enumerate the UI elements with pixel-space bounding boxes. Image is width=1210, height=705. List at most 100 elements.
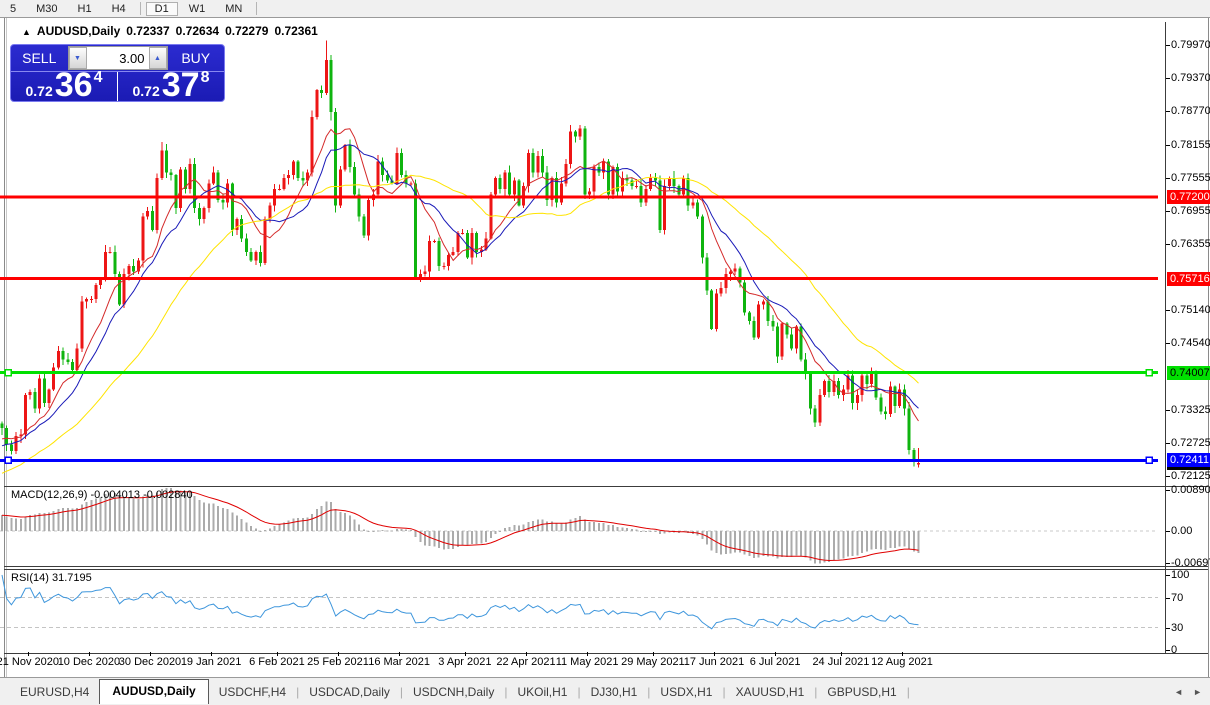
chart-tab-usdcad-daily[interactable]: USDCAD,Daily <box>299 682 400 702</box>
date-axis-label: 6 Feb 2021 <box>242 656 312 668</box>
macd-histogram-bar <box>560 524 562 531</box>
timeframe-button-mn[interactable]: MN <box>216 2 251 16</box>
macd-histogram-bar <box>203 503 205 531</box>
candle-body <box>720 288 723 293</box>
date-axis-label: 22 Apr 2021 <box>491 656 561 668</box>
macd-histogram-bar <box>847 531 849 556</box>
macd-histogram-bar <box>72 509 74 531</box>
chart-tab-usdx-h1[interactable]: USDX,H1 <box>650 682 722 702</box>
candle-body <box>715 293 718 329</box>
candle-body <box>433 241 436 242</box>
timeframe-button-d1[interactable]: D1 <box>146 2 178 16</box>
line-price-label-0.75716: 0.75716 <box>1167 272 1210 286</box>
timeframe-button-m30[interactable]: M30 <box>27 2 66 16</box>
candle-body <box>240 219 243 238</box>
candle-body <box>212 172 215 183</box>
chart-tab-gbpusd-h1[interactable]: GBPUSD,H1 <box>817 682 906 702</box>
chart-tab-dj30-h1[interactable]: DJ30,H1 <box>581 682 648 702</box>
macd-histogram-bar <box>137 499 139 531</box>
candle-body <box>283 178 286 189</box>
date-axis-label: 25 Feb 2021 <box>303 656 373 668</box>
candle-body <box>132 266 135 271</box>
macd-histogram-bar <box>509 527 511 531</box>
line-handle[interactable] <box>1146 370 1152 376</box>
date-axis-label: 30 Dec 2020 <box>115 656 185 668</box>
line-handle[interactable] <box>1146 457 1152 463</box>
sell-price[interactable]: 0.72 36 4 <box>11 72 118 101</box>
candle-body <box>189 164 192 189</box>
candle-body <box>297 161 300 177</box>
macd-axis-tick <box>1166 531 1170 532</box>
line-handle[interactable] <box>5 370 11 376</box>
pane-divider[interactable] <box>4 569 1208 570</box>
macd-histogram-bar <box>10 518 12 531</box>
macd-histogram-bar <box>471 531 473 544</box>
timeframe-button-h1[interactable]: H1 <box>69 2 101 16</box>
macd-histogram-bar <box>527 522 529 531</box>
rsi-axis-label: 30 <box>1171 622 1183 634</box>
macd-histogram-bar <box>297 518 299 531</box>
high-value: 0.72634 <box>176 24 219 38</box>
macd-histogram-bar <box>424 531 426 545</box>
buy-price[interactable]: 0.72 37 8 <box>118 72 224 101</box>
chart-ohlc-header: ▲AUDUSD,Daily0.723370.726340.722790.7236… <box>22 24 324 38</box>
candle-body <box>823 381 826 395</box>
macd-histogram-bar <box>480 531 482 543</box>
tab-scroll-right-icon[interactable]: ► <box>1193 687 1202 697</box>
candle-body <box>62 351 65 359</box>
macd-histogram-bar <box>828 531 830 562</box>
candle-body <box>57 351 60 367</box>
rsi-line <box>2 575 919 629</box>
macd-histogram-bar <box>222 508 224 531</box>
macd-histogram-bar <box>386 530 388 531</box>
chart-tab-usdcnh-daily[interactable]: USDCNH,Daily <box>403 682 504 702</box>
candle-body <box>743 282 746 312</box>
line-handle[interactable] <box>5 457 11 463</box>
macd-histogram-bar <box>861 531 863 553</box>
chart-tab-eurusd-h4[interactable]: EURUSD,H4 <box>10 682 99 702</box>
date-axis-label: 29 May 2021 <box>618 656 688 668</box>
price-axis-tick <box>1166 211 1170 212</box>
collapse-triangle-icon[interactable]: ▲ <box>22 27 31 37</box>
candle-body <box>828 381 831 392</box>
macd-histogram-bar <box>654 531 656 532</box>
price-axis-tick <box>1166 178 1170 179</box>
timeframe-button-5[interactable]: 5 <box>1 2 25 16</box>
macd-histogram-bar <box>20 519 22 531</box>
candle-body <box>583 129 586 195</box>
macd-histogram-bar <box>100 497 102 531</box>
macd-histogram-bar <box>372 531 374 532</box>
candle-body <box>503 172 506 188</box>
macd-histogram-bar <box>278 524 280 531</box>
candle-body <box>301 178 304 181</box>
timeframe-button-w1[interactable]: W1 <box>180 2 215 16</box>
pane-divider[interactable] <box>4 566 1208 567</box>
timeframe-button-h4[interactable]: H4 <box>103 2 135 16</box>
chart-tab-audusd-daily[interactable]: AUDUSD,Daily <box>99 679 208 704</box>
candle-body <box>311 117 314 172</box>
candle-body <box>362 216 365 235</box>
date-axis-line <box>4 653 1208 654</box>
chart-tab-usdchf-h4[interactable]: USDCHF,H4 <box>209 682 296 702</box>
macd-histogram-bar <box>546 521 548 531</box>
candle-body <box>560 183 563 202</box>
macd-histogram-bar <box>838 531 840 560</box>
chart-tab-xauusd-h1[interactable]: XAUUSD,H1 <box>726 682 815 702</box>
macd-histogram-bar <box>401 529 403 531</box>
chart-tab-ukoil-h1[interactable]: UKOil,H1 <box>507 682 577 702</box>
macd-histogram-bar <box>532 521 534 531</box>
macd-histogram-bar <box>142 497 144 531</box>
macd-histogram-bar <box>410 530 412 531</box>
candle-body <box>52 367 55 389</box>
candle-body <box>325 60 328 93</box>
candle-body <box>344 145 347 170</box>
pane-divider[interactable] <box>4 486 1208 487</box>
price-axis-label: 0.72725 <box>1171 437 1210 449</box>
tab-scroll-left-icon[interactable]: ◄ <box>1174 687 1183 697</box>
macd-histogram-bar <box>25 517 27 531</box>
candle-body <box>278 189 281 190</box>
volume-input[interactable] <box>87 47 149 69</box>
macd-histogram-bar <box>795 531 797 556</box>
macd-histogram-bar <box>720 531 722 554</box>
macd-histogram-bar <box>908 531 910 549</box>
